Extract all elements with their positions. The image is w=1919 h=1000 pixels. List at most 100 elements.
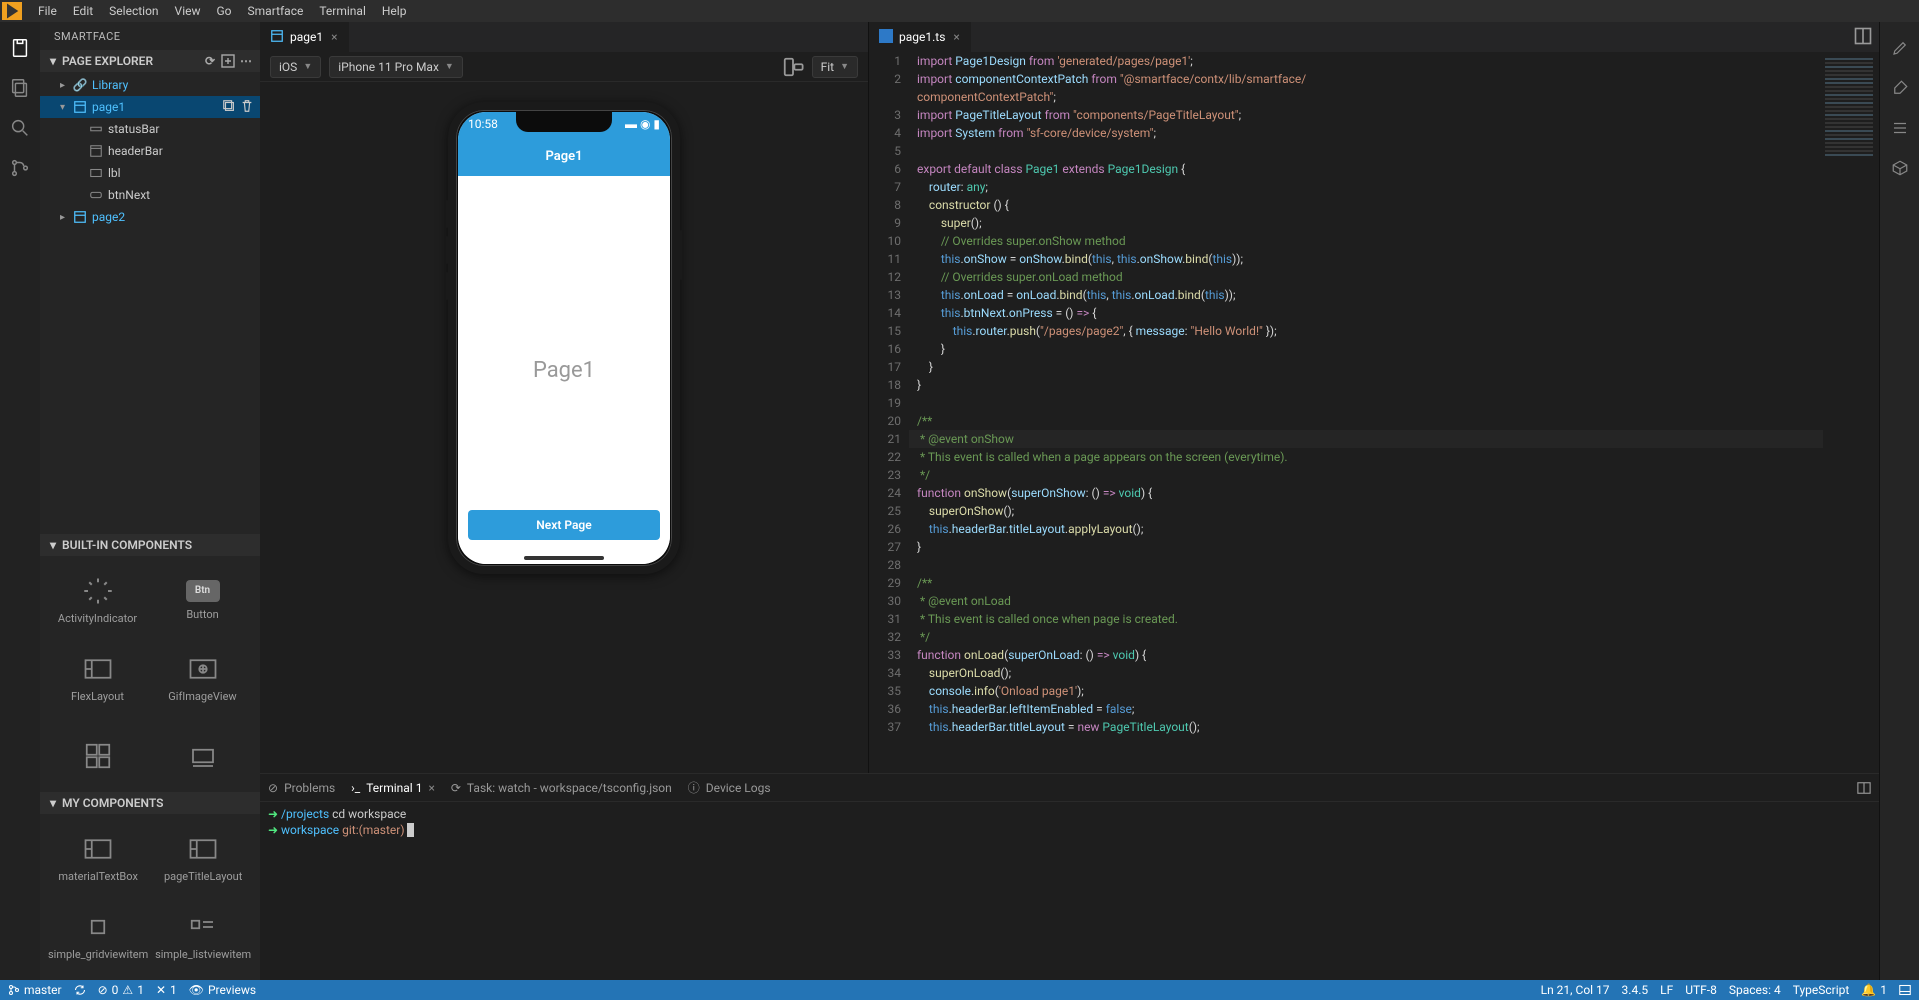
status-spaces[interactable]: Spaces: 4 (1729, 983, 1781, 997)
tab-label: Task: watch - workspace/tsconfig.json (467, 781, 672, 795)
section-page-explorer[interactable]: ▾ PAGE EXPLORER ⟳ ⋯ (40, 50, 260, 72)
term-path: workspace (281, 823, 339, 837)
status-bell[interactable]: 🔔1 (1861, 983, 1887, 997)
screen-body[interactable]: Page1 Next Page (458, 176, 670, 564)
device-select[interactable]: iPhone 11 Pro Max▼ (329, 56, 463, 78)
duplicate-icon[interactable] (222, 99, 236, 116)
add-icon[interactable] (220, 53, 236, 69)
activity-search-icon[interactable] (0, 108, 40, 148)
home-indicator (524, 556, 604, 560)
tree-btnnext[interactable]: btnNext (40, 184, 260, 206)
tree-lbl[interactable]: lbl (40, 162, 260, 184)
menu-view[interactable]: View (167, 4, 209, 18)
activitybar (0, 22, 40, 980)
section-mycomponents[interactable]: ▾ MY COMPONENTS (40, 792, 260, 814)
split-icon[interactable] (1853, 26, 1873, 46)
section-builtin[interactable]: ▾ BUILT-IN COMPONENTS (40, 534, 260, 556)
comp-extra1[interactable] (48, 720, 147, 792)
menu-terminal[interactable]: Terminal (311, 4, 374, 18)
tree-page2[interactable]: ▸ page2 (40, 206, 260, 228)
tree-label: Library (92, 78, 128, 92)
tree-library[interactable]: ▸ 🔗 Library (40, 74, 260, 96)
platform-select[interactable]: iOS▼ (270, 56, 321, 78)
status-errors[interactable]: ⊘0⚠1 (98, 983, 144, 997)
status-text: Previews (208, 983, 256, 997)
activity-copy-icon[interactable] (0, 68, 40, 108)
properties-icon[interactable] (1880, 108, 1919, 148)
tree-statusbar[interactable]: statusBar (40, 118, 260, 140)
comp-activityindicator[interactable]: ActivityIndicator (48, 564, 147, 636)
code-tabs: page1.ts × (869, 22, 1879, 52)
menu-go[interactable]: Go (209, 4, 240, 18)
status-eol[interactable]: LF (1660, 983, 1673, 997)
btn-next[interactable]: Next Page (468, 510, 660, 540)
flex-icon (83, 654, 113, 684)
comp-flexlayout[interactable]: FlexLayout (48, 642, 147, 714)
zoom-select[interactable]: Fit▼ (812, 56, 858, 78)
comp-button[interactable]: BtnButton (153, 564, 252, 636)
sidebar-title: SMARTFACE (40, 22, 260, 50)
menu-selection[interactable]: Selection (101, 4, 166, 18)
panel-layout-icon[interactable] (1857, 781, 1871, 795)
box-icon[interactable] (1880, 148, 1919, 188)
section-title: BUILT-IN COMPONENTS (62, 538, 254, 552)
lbl[interactable]: Page1 (533, 358, 595, 383)
chevron-down-icon: ▼ (445, 61, 454, 72)
term-git: git:( (339, 823, 363, 837)
bottom-panel: ⊘Problems ›_Terminal 1× ⟳Task: watch - w… (260, 773, 1879, 980)
activity-pages-icon[interactable] (0, 28, 40, 68)
comp-simplegrid[interactable]: simple_gridviewitem (48, 900, 148, 972)
tab-task[interactable]: ⟳Task: watch - workspace/tsconfig.json (451, 781, 672, 795)
delete-icon[interactable] (240, 99, 254, 116)
brush-icon[interactable] (1880, 68, 1919, 108)
comp-materialtextbox[interactable]: materialTextBox (48, 822, 148, 894)
comp-label: simple_listviewitem (155, 948, 251, 961)
term-path: /projects (281, 807, 329, 821)
menu-smartface[interactable]: Smartface (240, 4, 312, 18)
status-branch[interactable]: master (8, 983, 62, 997)
status-misc[interactable]: ✕1 (156, 983, 177, 997)
menubar: File Edit Selection View Go Smartface Te… (0, 0, 1919, 22)
tree-label: page2 (92, 210, 125, 224)
more-icon[interactable]: ⋯ (238, 53, 254, 69)
status-sync[interactable] (74, 984, 86, 996)
status-layout-icon[interactable] (1899, 984, 1911, 996)
tab-terminal[interactable]: ›_Terminal 1× (351, 781, 435, 795)
status-encoding[interactable]: UTF-8 (1685, 983, 1717, 997)
status-ln[interactable]: Ln 21, Col 17 (1541, 983, 1610, 997)
tree-headerbar[interactable]: headerBar (40, 140, 260, 162)
gif-icon (188, 654, 218, 684)
comp-pagetitlelayout[interactable]: pageTitleLayout (154, 822, 252, 894)
square-icon (83, 912, 113, 942)
close-icon[interactable]: × (953, 30, 959, 44)
status-previews[interactable]: 👁Previews (189, 983, 256, 997)
notch (516, 112, 612, 132)
tree-page1[interactable]: ▾ page1 (40, 96, 260, 118)
tab-problems[interactable]: ⊘Problems (268, 781, 335, 795)
refresh-icon[interactable]: ⟳ (202, 53, 218, 69)
activity-git-icon[interactable] (0, 148, 40, 188)
bpanel-tabs: ⊘Problems ›_Terminal 1× ⟳Task: watch - w… (260, 774, 1879, 802)
menu-help[interactable]: Help (374, 4, 415, 18)
menu-file[interactable]: File (30, 4, 65, 18)
tab-page1-design[interactable]: page1 × (260, 22, 349, 52)
close-icon[interactable]: × (331, 30, 337, 44)
tab-devicelogs[interactable]: ⓘDevice Logs (688, 779, 771, 796)
comp-extra2[interactable] (153, 720, 252, 792)
edit-icon[interactable] (1880, 28, 1919, 68)
orientation-icon[interactable] (782, 56, 804, 78)
designer-toolbar: iOS▼ iPhone 11 Pro Max▼ Fit▼ (260, 52, 868, 82)
status-lang[interactable]: TypeScript (1793, 983, 1850, 997)
tab-page1-ts[interactable]: page1.ts × (869, 22, 971, 52)
comp-gifimageview[interactable]: GifImageView (153, 642, 252, 714)
close-icon[interactable]: × (428, 781, 434, 795)
run-icon[interactable] (2, 2, 22, 20)
status-version[interactable]: 3.4.5 (1622, 983, 1649, 997)
term-cmd: cd workspace (329, 807, 406, 821)
comp-simplelist[interactable]: simple_listviewitem (154, 900, 252, 972)
tree-label: headerBar (108, 144, 163, 158)
header-bar[interactable]: Page1 (458, 136, 670, 176)
terminal-output[interactable]: ➜ /projects cd workspace ➜ workspace git… (260, 802, 1879, 842)
menu-edit[interactable]: Edit (65, 4, 101, 18)
tab-label: Terminal 1 (366, 781, 422, 795)
